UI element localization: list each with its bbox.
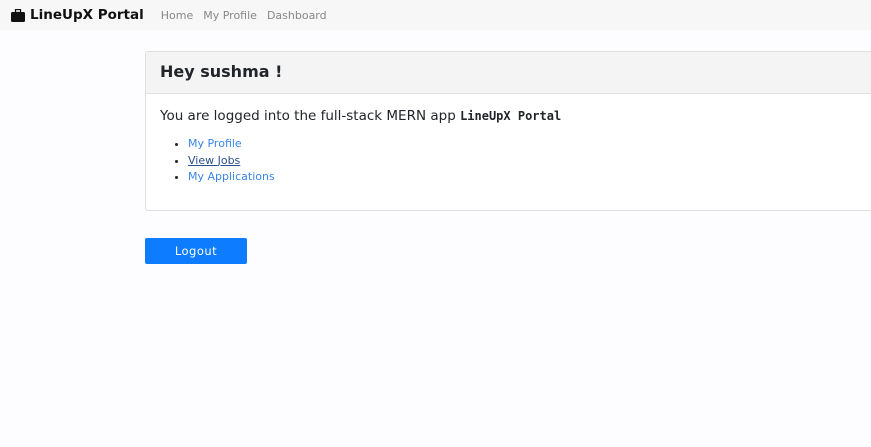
lead-text: You are logged into the full-stack MERN …: [160, 108, 461, 124]
my-profile-link[interactable]: My Profile: [188, 137, 242, 150]
card-title: Hey sushma !: [146, 52, 871, 94]
my-applications-link[interactable]: My Applications: [188, 170, 275, 183]
list-item: View Jobs: [188, 153, 870, 170]
nav-dashboard[interactable]: Dashboard: [267, 9, 327, 22]
brand-link[interactable]: LineUpX Portal: [11, 7, 144, 23]
nav-my-profile[interactable]: My Profile: [203, 9, 257, 22]
logout-button[interactable]: Logout: [145, 238, 247, 264]
briefcase-icon: [11, 8, 25, 22]
brand-name: LineUpX Portal: [30, 7, 144, 23]
app-name: LineUpX Portal: [460, 109, 562, 123]
welcome-text: You are logged into the full-stack MERN …: [160, 108, 870, 124]
navbar: LineUpX Portal Home My Profile Dashboard: [0, 0, 871, 30]
list-item: My Applications: [188, 169, 870, 186]
view-jobs-link[interactable]: View Jobs: [188, 154, 240, 167]
welcome-card: Hey sushma ! You are logged into the ful…: [145, 51, 871, 211]
list-item: My Profile: [188, 136, 870, 153]
links-list: My Profile View Jobs My Applications: [188, 136, 870, 186]
nav-home[interactable]: Home: [161, 9, 193, 22]
